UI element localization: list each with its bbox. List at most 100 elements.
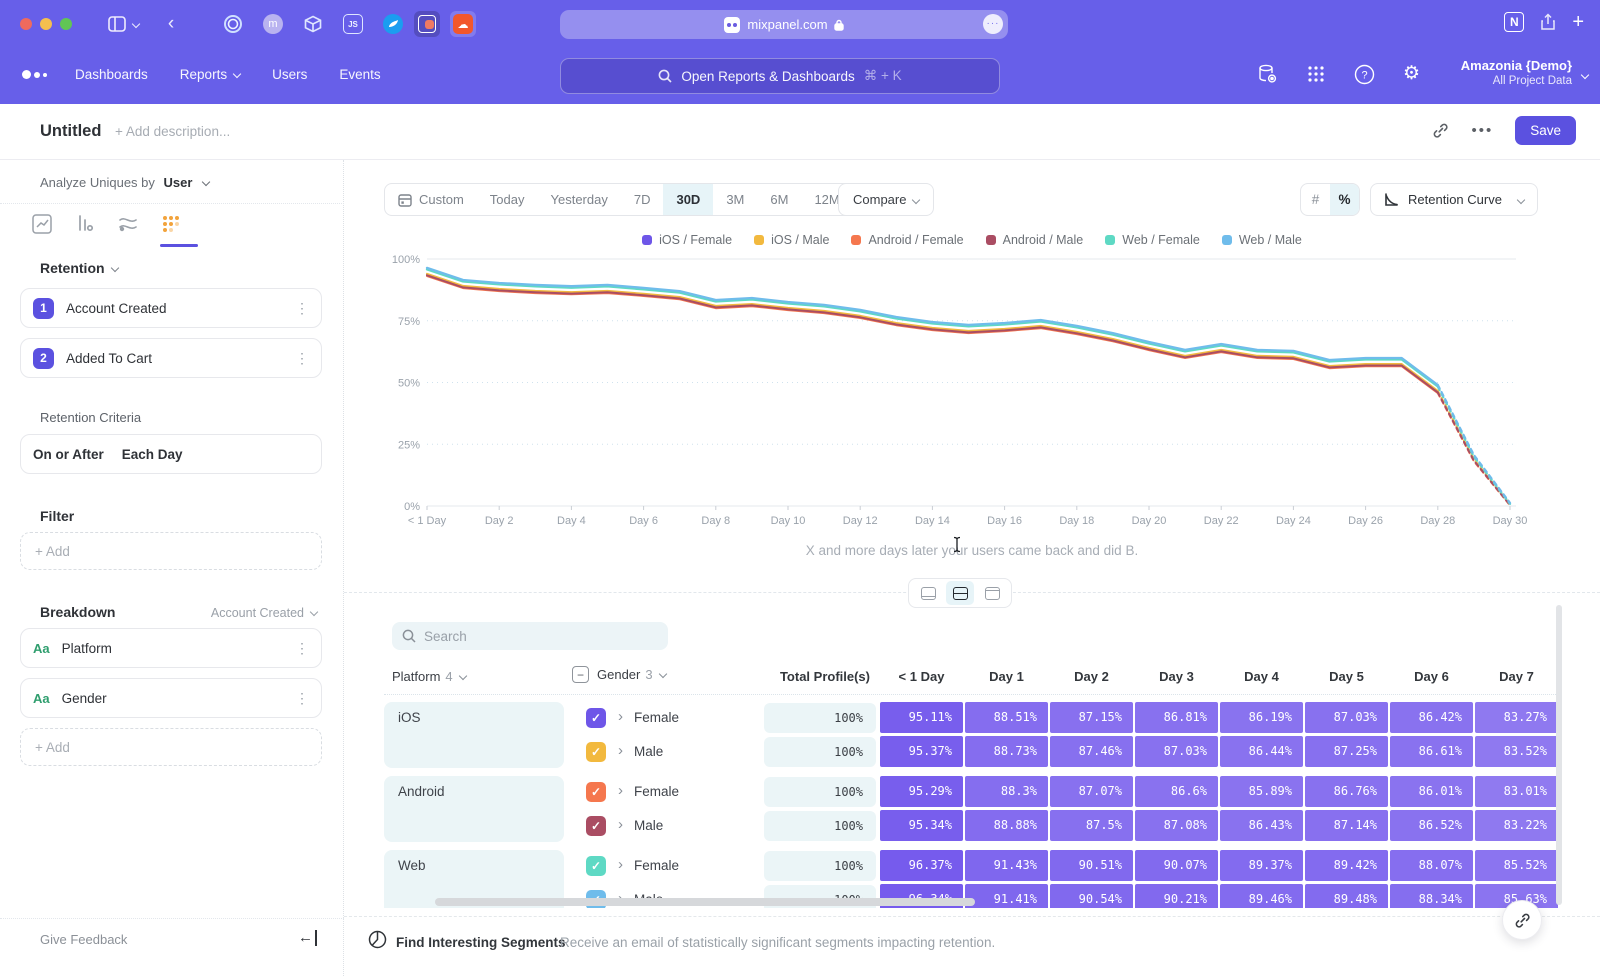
notion-icon[interactable]: N [1504, 12, 1524, 32]
help-icon[interactable]: ? [1354, 64, 1375, 85]
retention-value-cell[interactable]: 89.48% [1305, 884, 1388, 908]
pomodoro-extension-icon[interactable] [414, 11, 440, 37]
copy-link-icon[interactable] [1432, 122, 1449, 139]
kebab-menu-icon[interactable]: ⋮ [295, 350, 309, 367]
retention-value-cell[interactable]: 88.88% [965, 810, 1048, 841]
retention-value-cell[interactable]: 86.76% [1305, 776, 1388, 807]
row-checkbox[interactable]: ✓ [586, 742, 606, 762]
nav-item-events[interactable]: Events [339, 67, 380, 82]
row-checkbox[interactable]: ✓ [586, 856, 606, 876]
retention-value-cell[interactable]: 87.07% [1050, 776, 1133, 807]
legend-item[interactable]: Web / Male [1222, 233, 1302, 247]
row-checkbox[interactable]: ✓ [586, 782, 606, 802]
retention-value-cell[interactable]: 91.43% [965, 850, 1048, 881]
retention-value-cell[interactable]: 87.46% [1050, 736, 1133, 767]
retention-value-cell[interactable]: 88.34% [1390, 884, 1473, 908]
retention-section-heading[interactable]: Retention [40, 260, 118, 276]
retention-value-cell[interactable]: 86.81% [1135, 702, 1218, 733]
vertical-scrollbar[interactable] [1556, 605, 1562, 905]
retention-value-cell[interactable]: 91.41% [965, 884, 1048, 908]
day-column-header[interactable]: Day 3 [1135, 669, 1218, 684]
retention-value-cell[interactable]: 85.89% [1220, 776, 1303, 807]
range-yesterday[interactable]: Yesterday [538, 184, 621, 215]
count-unit-button[interactable]: # [1301, 184, 1330, 215]
range-custom[interactable]: Custom [385, 184, 477, 215]
retention-value-cell[interactable]: 86.6% [1135, 776, 1218, 807]
apps-grid-icon[interactable] [1306, 64, 1326, 84]
retention-value-cell[interactable]: 90.51% [1050, 850, 1133, 881]
retention-value-cell[interactable]: 86.43% [1220, 810, 1303, 841]
add-filter-button[interactable]: + Add [20, 532, 322, 570]
sidebar-toggle-icon[interactable] [106, 13, 128, 35]
expand-chevron-icon[interactable]: › [618, 782, 623, 799]
table-search-input[interactable]: Search [392, 622, 668, 650]
loop-extension-icon[interactable] [222, 13, 244, 35]
retention-value-cell[interactable]: 88.07% [1390, 850, 1473, 881]
retention-value-cell[interactable]: 86.61% [1390, 736, 1473, 767]
tab-funnels[interactable] [73, 212, 97, 236]
tab-flows[interactable] [116, 212, 140, 236]
retention-value-cell[interactable]: 83.27% [1475, 702, 1558, 733]
cube-extension-icon[interactable] [302, 13, 324, 35]
day-column-header[interactable]: Day 6 [1390, 669, 1473, 684]
range-7d[interactable]: 7D [621, 184, 664, 215]
retention-value-cell[interactable]: 90.21% [1135, 884, 1218, 908]
kebab-menu-icon[interactable]: ⋮ [295, 640, 309, 657]
legend-item[interactable]: Web / Female [1105, 233, 1200, 247]
retention-value-cell[interactable]: 88.51% [965, 702, 1048, 733]
account-switcher[interactable]: Amazonia {Demo} All Project Data [1461, 58, 1572, 87]
nav-item-users[interactable]: Users [272, 67, 307, 82]
save-button[interactable]: Save [1515, 116, 1576, 145]
retention-value-cell[interactable]: 89.46% [1220, 884, 1303, 908]
retention-value-cell[interactable]: 95.34% [880, 810, 963, 841]
platform-column-header[interactable]: Platform4 [392, 669, 466, 684]
cloud-extension-icon[interactable]: ☁ [450, 11, 476, 37]
report-description-placeholder[interactable]: + Add description... [115, 124, 230, 139]
day-column-header[interactable]: Day 1 [965, 669, 1048, 684]
retention-line-chart[interactable]: 0%25%50%75%100%< 1 DayDay 2Day 4Day 6Day… [344, 252, 1556, 538]
compare-button[interactable]: Compare [838, 183, 934, 216]
retention-value-cell[interactable]: 85.52% [1475, 850, 1558, 881]
retention-value-cell[interactable]: 86.19% [1220, 702, 1303, 733]
range-3m[interactable]: 3M [713, 184, 757, 215]
retention-value-cell[interactable]: 88.73% [965, 736, 1048, 767]
segments-title[interactable]: Find Interesting Segments [396, 935, 566, 950]
retention-value-cell[interactable]: 87.03% [1305, 702, 1388, 733]
give-feedback-link[interactable]: Give Feedback [40, 932, 127, 947]
data-management-icon[interactable] [1256, 63, 1278, 85]
percent-unit-button[interactable]: % [1330, 184, 1359, 215]
day-column-header[interactable]: Day 7 [1475, 669, 1558, 684]
retention-value-cell[interactable]: 83.22% [1475, 810, 1558, 841]
retention-value-cell[interactable]: 90.54% [1050, 884, 1133, 908]
expand-chevron-icon[interactable]: › [618, 816, 623, 833]
retention-value-cell[interactable]: 86.42% [1390, 702, 1473, 733]
legend-item[interactable]: iOS / Female [642, 233, 732, 247]
retention-value-cell[interactable]: 86.52% [1390, 810, 1473, 841]
new-tab-icon[interactable]: + [1572, 14, 1584, 30]
tab-retention[interactable] [159, 212, 183, 236]
criteria-condition[interactable]: On or After [33, 447, 104, 462]
layout-split-button[interactable] [946, 581, 974, 605]
retention-value-cell[interactable]: 83.52% [1475, 736, 1558, 767]
retention-value-cell[interactable]: 87.03% [1135, 736, 1218, 767]
kebab-menu-icon[interactable]: ⋮ [295, 300, 309, 317]
tab-insights[interactable] [30, 212, 54, 236]
select-all-checkbox[interactable]: − [572, 666, 589, 683]
retention-value-cell[interactable]: 95.29% [880, 776, 963, 807]
retention-value-cell[interactable]: 86.01% [1390, 776, 1473, 807]
add-breakdown-button[interactable]: + Add [20, 728, 322, 766]
legend-item[interactable]: Android / Female [851, 233, 963, 247]
layout-table-only-button[interactable] [978, 581, 1006, 605]
range-today[interactable]: Today [477, 184, 538, 215]
retention-value-cell[interactable]: 87.14% [1305, 810, 1388, 841]
expand-chevron-icon[interactable]: › [618, 856, 623, 873]
day-column-header[interactable]: Day 2 [1050, 669, 1133, 684]
expand-chevron-icon[interactable]: › [618, 708, 623, 725]
day-column-header[interactable]: Day 5 [1305, 669, 1388, 684]
mixpanel-logo[interactable] [22, 70, 47, 79]
day-column-header[interactable]: Day 4 [1220, 669, 1303, 684]
criteria-interval[interactable]: Each Day [122, 447, 183, 462]
retention-value-cell[interactable]: 88.3% [965, 776, 1048, 807]
more-options-icon[interactable]: ••• [1471, 122, 1493, 139]
nav-item-reports[interactable]: Reports [180, 67, 240, 82]
